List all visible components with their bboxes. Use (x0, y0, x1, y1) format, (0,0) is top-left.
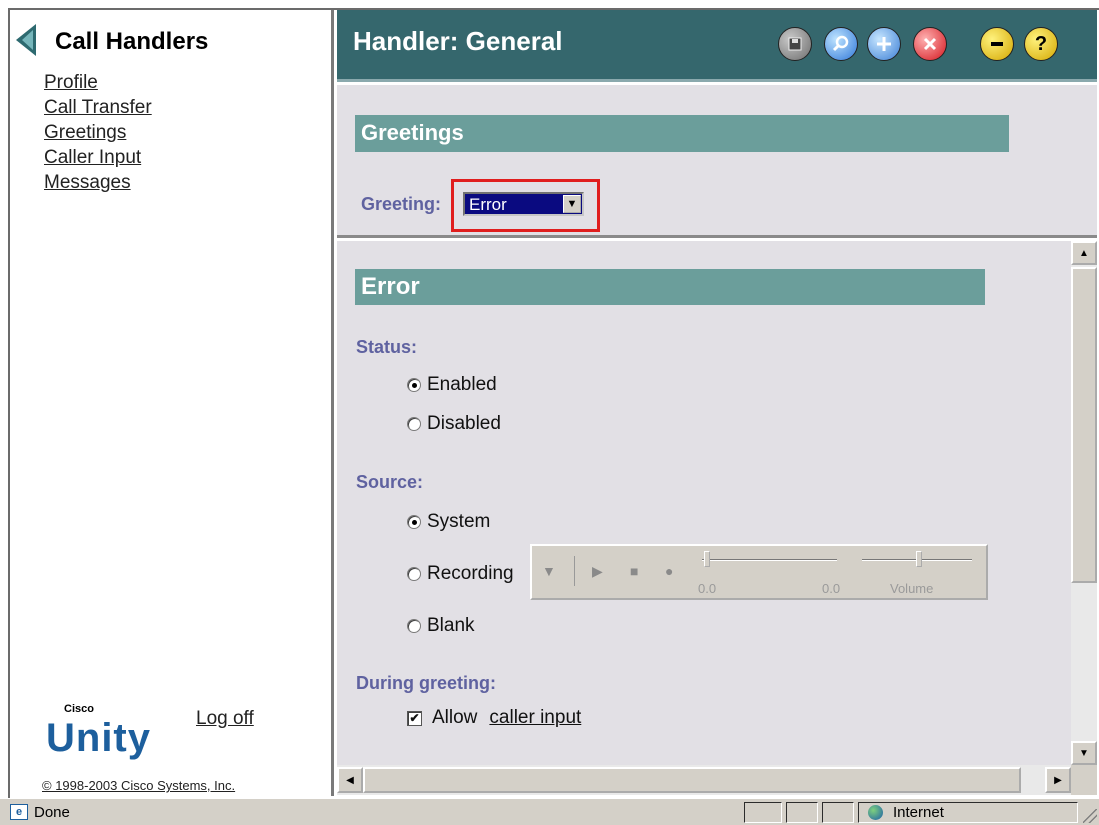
greeting-selector-panel: Greetings Greeting: Error ▼ (337, 85, 1097, 238)
radio-button[interactable] (407, 567, 421, 581)
source-system-radio[interactable]: System (407, 511, 490, 533)
copyright-text: © 1998-2003 Cisco Systems, Inc. (42, 778, 236, 793)
length-time-label: 0.0 (822, 581, 841, 596)
radio-button-checked[interactable] (407, 515, 421, 529)
security-zone-text: Internet (893, 804, 944, 821)
position-slider-thumb[interactable] (704, 551, 710, 567)
scroll-right-button[interactable]: ▶ (1045, 767, 1071, 793)
status-cell (822, 802, 854, 823)
nav-link-profile[interactable]: Profile (44, 70, 152, 95)
unity-logo: Unity (46, 716, 151, 760)
volume-label: Volume (890, 581, 934, 596)
browser-status-bar: e Done Internet (0, 798, 1099, 825)
help-icon: ? (1034, 32, 1048, 55)
logoff-link[interactable]: Log off (196, 708, 254, 730)
greeting-dropdown[interactable]: Error ▼ (463, 192, 584, 216)
page-header: Handler: General ? (337, 10, 1097, 82)
stop-icon[interactable]: ■ (630, 563, 638, 579)
status-text: Done (34, 804, 70, 821)
add-button[interactable] (867, 27, 901, 61)
delete-button[interactable] (913, 27, 947, 61)
nav-link-messages[interactable]: Messages (44, 170, 152, 195)
add-icon (877, 37, 891, 51)
status-enabled-radio[interactable]: Enabled (407, 374, 497, 396)
during-greeting-label: During greeting: (356, 673, 496, 693)
vertical-scrollbar[interactable]: ▲ ▼ (1071, 241, 1097, 765)
status-label: Status: (356, 337, 418, 357)
status-cell (786, 802, 818, 823)
media-recorder-control: ▼ ▶ ■ ● 0.0 0.0 Volume (530, 544, 988, 600)
save-button[interactable] (778, 27, 812, 61)
nav-title: Call Handlers (55, 28, 209, 55)
chevron-down-icon[interactable]: ▼ (542, 563, 556, 579)
volume-slider-thumb[interactable] (916, 551, 922, 567)
allow-caller-input-row: ✔ Allow caller input (407, 707, 581, 729)
caller-input-link[interactable]: caller input (489, 707, 581, 729)
horizontal-scrollbar[interactable]: ◀ ▶ (337, 765, 1071, 795)
find-button[interactable] (824, 27, 858, 61)
status-cell (744, 802, 782, 823)
nav-link-call-transfer[interactable]: Call Transfer (44, 95, 152, 120)
page-icon: e (10, 804, 28, 820)
nav-link-greetings[interactable]: Greetings (44, 120, 152, 145)
source-blank-radio[interactable]: Blank (407, 615, 475, 637)
status-disabled-label: Disabled (427, 413, 501, 434)
error-section-heading: Error (355, 269, 985, 305)
globe-icon (868, 805, 883, 820)
save-icon (788, 37, 802, 51)
radio-button[interactable] (407, 417, 421, 431)
position-time-label: 0.0 (698, 581, 717, 596)
horizontal-scroll-thumb[interactable] (363, 767, 1021, 793)
source-recording-radio[interactable]: Recording (407, 563, 514, 585)
source-system-label: System (427, 511, 491, 532)
greetings-section-heading: Greetings (355, 115, 1009, 152)
source-blank-label: Blank (427, 615, 475, 636)
scroll-left-button[interactable]: ◀ (337, 767, 363, 793)
source-recording-label: Recording (427, 563, 514, 584)
security-zone-cell (858, 802, 1078, 823)
radio-button[interactable] (407, 619, 421, 633)
scroll-up-button[interactable]: ▲ (1071, 241, 1097, 265)
allow-label: Allow (432, 707, 478, 728)
nav-link-caller-input[interactable]: Caller Input (44, 145, 152, 170)
delete-icon (923, 37, 937, 51)
search-icon (832, 35, 849, 52)
status-enabled-label: Enabled (427, 374, 497, 395)
help-button[interactable]: ? (1024, 27, 1058, 61)
greeting-detail-panel: Error Status: Enabled Disabled Source: S… (337, 241, 1071, 765)
page-title: Handler: General (353, 26, 563, 56)
minimize-button[interactable] (980, 27, 1014, 61)
back-arrow-icon[interactable] (16, 24, 36, 56)
scroll-down-button[interactable]: ▼ (1071, 741, 1097, 765)
greeting-label: Greeting: (361, 194, 442, 214)
chevron-down-icon[interactable]: ▼ (563, 195, 581, 213)
cisco-logo-text: Cisco (64, 703, 94, 715)
resize-grip-icon[interactable] (1083, 809, 1097, 823)
position-slider[interactable] (702, 559, 837, 561)
source-label: Source: (356, 472, 424, 492)
scrollbar-corner (1071, 765, 1097, 795)
status-disabled-radio[interactable]: Disabled (407, 413, 501, 435)
record-icon[interactable]: ● (665, 563, 673, 579)
minimize-icon (991, 42, 1003, 46)
greeting-dropdown-value: Error (469, 195, 507, 214)
vertical-scroll-thumb[interactable] (1071, 267, 1097, 583)
allow-checkbox[interactable]: ✔ (407, 710, 422, 726)
nav-link-list: Profile Call Transfer Greetings Caller I… (44, 70, 152, 195)
radio-button-checked[interactable] (407, 378, 421, 392)
divider (574, 556, 575, 586)
left-nav: Call Handlers Profile Call Transfer Gree… (10, 10, 334, 796)
play-icon[interactable]: ▶ (592, 563, 603, 580)
